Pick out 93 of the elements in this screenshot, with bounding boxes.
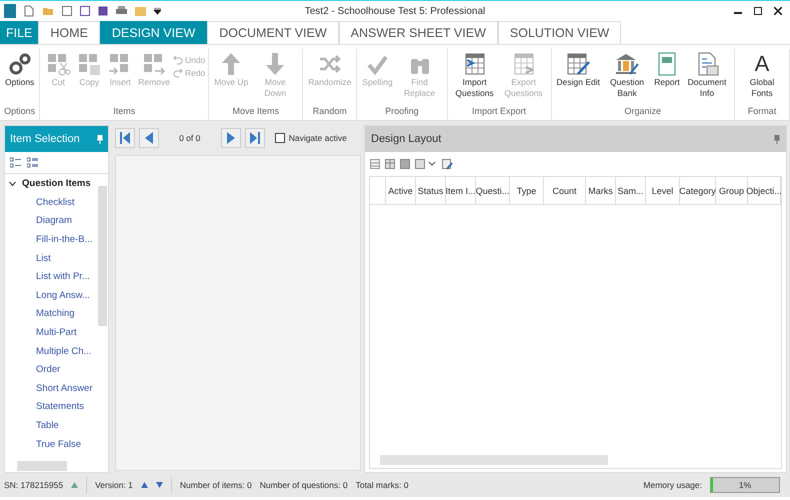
column-header[interactable]: Objecti... [746, 186, 782, 196]
maximize-icon[interactable] [754, 7, 762, 15]
group-label: Move Items [232, 106, 280, 116]
ribbon-tab[interactable]: DOCUMENT VIEW [207, 21, 339, 44]
redo-icon [172, 68, 183, 78]
group-label: Random [312, 106, 347, 116]
status-text: Number of items: 0 [180, 480, 252, 490]
navigate-active-checkbox[interactable]: Navigate active [274, 133, 347, 143]
panel-title: Design Layout [371, 133, 442, 145]
ribbon-button[interactable]: Question Bank [603, 49, 652, 106]
tree-group[interactable]: Question Items [22, 178, 91, 189]
memory-reading: 1% [738, 480, 752, 490]
window-title: Test2 - Schoolhouse Test 5: Professional [304, 6, 486, 16]
table-icon[interactable] [370, 159, 380, 169]
scissors-icon [45, 51, 72, 77]
pin-icon[interactable] [774, 134, 780, 144]
print-icon[interactable] [116, 6, 127, 16]
play-back-icon [144, 132, 153, 144]
tree-item[interactable]: Matching [36, 308, 75, 320]
copy-icon [76, 51, 102, 77]
group-label: Proofing [385, 106, 419, 116]
tree-item[interactable]: Checklist [36, 196, 75, 208]
tree-item[interactable]: Table [36, 420, 59, 431]
ribbon-button[interactable]: A Global Fonts [738, 49, 786, 106]
record-position: 0 of 0 [178, 133, 202, 143]
ribbon-button[interactable]: Design Edit [554, 49, 602, 106]
tree-item[interactable]: Multi-Part [36, 326, 77, 338]
column-header[interactable]: Category [679, 186, 716, 196]
ribbon-button[interactable]: Options [3, 49, 36, 106]
gear-icon [6, 51, 33, 77]
first-button[interactable] [114, 128, 135, 148]
building-icon [614, 51, 640, 77]
column-header[interactable]: Marks [588, 186, 613, 196]
previous-button[interactable] [138, 128, 159, 148]
table-dropdown-icon[interactable] [415, 159, 437, 169]
version-label: Version: 1 [95, 480, 133, 490]
column-header[interactable]: Type [516, 186, 536, 196]
group-label: Organize [624, 106, 662, 116]
triangle-up-icon[interactable] [71, 482, 78, 488]
edit-table-icon[interactable] [442, 158, 453, 170]
memory-label: Memory usage: [643, 480, 702, 490]
dropdown-icon[interactable] [154, 8, 161, 14]
app-icon [4, 4, 16, 18]
group-label: Format [748, 106, 776, 116]
tree-item[interactable]: Long Answ... [36, 290, 90, 301]
tree-item[interactable]: Short Answer [36, 382, 92, 394]
ribbon-button[interactable]: Report [652, 49, 682, 106]
ribbon-tab[interactable]: HOME [38, 21, 100, 44]
skip-back-icon [120, 132, 130, 144]
panel-title: Item Selection [10, 133, 80, 145]
ribbon-tab[interactable]: DESIGN VIEW [100, 21, 208, 44]
group-label: Import Export [472, 106, 526, 116]
tree-item[interactable]: True False [36, 438, 82, 450]
column-header[interactable]: Count [552, 186, 577, 196]
triangle-up-icon[interactable] [140, 482, 148, 488]
column-header[interactable]: Item I... [446, 186, 476, 196]
close-icon[interactable] [774, 7, 782, 15]
group-label: Options [4, 106, 36, 116]
ribbon-tab[interactable]: SOLUTION VIEW [498, 21, 622, 44]
last-button[interactable] [244, 128, 265, 148]
column-header[interactable]: Level [652, 186, 674, 196]
column-header[interactable]: Group [718, 186, 744, 196]
detail-view-icon[interactable] [27, 157, 38, 168]
tree-item[interactable]: Multiple Ch... [36, 346, 92, 357]
new-file-icon[interactable] [24, 5, 34, 17]
play-icon [226, 132, 235, 144]
tree-item[interactable]: List [36, 252, 51, 264]
column-header[interactable]: Status [418, 186, 444, 196]
column-header[interactable]: Sam... [617, 186, 644, 196]
table-icon[interactable] [385, 159, 395, 169]
table-pencil-icon [565, 51, 592, 77]
status-text: Number of questions: 0 [260, 480, 348, 490]
ribbon-button[interactable]: Document Info [683, 49, 732, 106]
ribbon-button[interactable]: Import Questions [450, 49, 499, 106]
tree-item[interactable]: Diagram [36, 215, 72, 226]
serial-number: SN: 178215955 [4, 480, 64, 490]
chevron-icon[interactable] [9, 180, 16, 186]
column-header[interactable]: Questi... [476, 186, 510, 196]
undo-icon [172, 55, 183, 65]
tree-item[interactable]: Fill-in-the-B... [36, 234, 92, 245]
grid-arrow-icon [141, 51, 168, 77]
ribbon-tab[interactable]: ANSWER SHEET VIEW [338, 21, 498, 44]
skip-forward-icon [250, 132, 260, 144]
group-label: Items [113, 106, 136, 116]
triangle-down-icon[interactable] [156, 482, 163, 488]
status-text: Total marks: 0 [356, 480, 408, 490]
tree-item[interactable]: Statements [36, 401, 84, 412]
column-header[interactable]: Active [388, 186, 413, 196]
file-menu-tab[interactable]: FILE [0, 21, 38, 44]
next-button[interactable] [220, 128, 241, 148]
tree-item[interactable]: Order [36, 364, 60, 376]
list-view-icon[interactable] [10, 157, 21, 168]
tree-item[interactable]: List with Pr... [36, 271, 90, 282]
